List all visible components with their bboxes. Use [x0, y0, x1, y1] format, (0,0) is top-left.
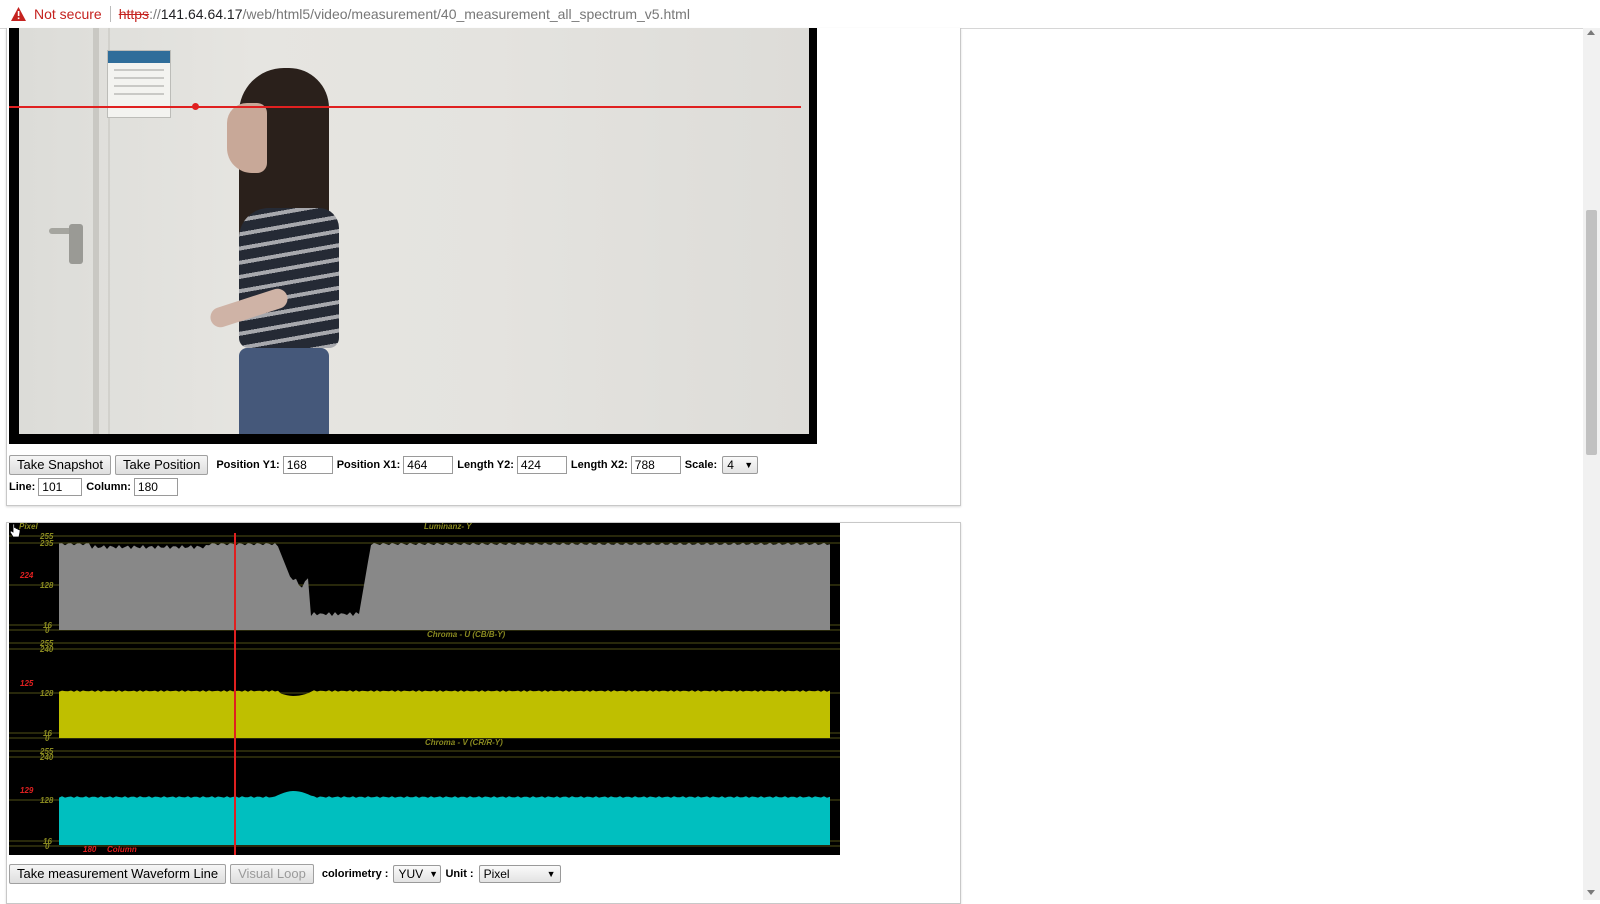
v-axis-0: 0	[45, 842, 50, 851]
scroll-thumb[interactable]	[1586, 210, 1597, 455]
url-text[interactable]: https://141.64.64.17/web/html5/video/mea…	[119, 6, 690, 22]
unit-select[interactable]: Pixel ▼	[478, 865, 561, 883]
length-y2-label: Length Y2:	[457, 458, 514, 471]
door-handle	[69, 224, 83, 264]
scale-select-value: 4	[727, 457, 734, 472]
warning-triangle-icon	[10, 6, 26, 22]
line-label: Line:	[9, 480, 36, 493]
scale-select[interactable]: 4 ▼	[722, 455, 759, 474]
video-player[interactable]	[9, 28, 817, 444]
u-axis-0: 0	[45, 734, 50, 743]
position-y1-label: Position Y1:	[216, 458, 280, 471]
colorimetry-select-value: YUV	[398, 867, 424, 881]
unit-select-value: Pixel	[483, 867, 510, 881]
length-x2-input[interactable]	[630, 455, 681, 474]
v-axis-240: 240	[40, 753, 54, 762]
luma-axis-235: 235	[40, 539, 54, 548]
scroll-down-arrow-icon[interactable]	[1587, 890, 1595, 895]
position-y1-input[interactable]	[282, 455, 333, 474]
address-bar[interactable]: Not secure https://141.64.64.17/web/html…	[0, 0, 1600, 29]
waveform-display[interactable]: Pixel Luminanz- Y Chroma - U (CB/B-Y) Ch…	[9, 523, 840, 855]
position-x1-input[interactable]	[403, 455, 454, 474]
length-x2-label: Length X2:	[570, 458, 628, 471]
measurement-point[interactable]	[192, 103, 199, 110]
measurement-line[interactable]	[9, 106, 801, 108]
luma-current-value: 224	[20, 571, 34, 580]
luma-axis-128: 128	[40, 581, 54, 590]
chroma-u-waveform-area	[59, 690, 830, 738]
page-scrollbar[interactable]	[1583, 28, 1600, 900]
column-label: Column:	[86, 480, 131, 493]
take-waveform-button[interactable]: Take measurement Waveform Line	[9, 864, 227, 884]
luma-axis-0: 0	[45, 626, 50, 635]
visual-loop-button[interactable]: Visual Loop	[230, 864, 314, 884]
chroma-v-title: Chroma - V (CR/R-Y)	[425, 738, 503, 747]
url-separator: ://	[149, 6, 161, 22]
u-axis-240: 240	[40, 645, 54, 654]
u-axis-128: 128	[40, 689, 54, 698]
url-host: 141.64.64.17	[160, 6, 243, 22]
length-y2-input[interactable]	[516, 455, 567, 474]
waveform-panel: Pixel Luminanz- Y Chroma - U (CB/B-Y) Ch…	[6, 522, 961, 904]
take-snapshot-button[interactable]: Take Snapshot	[9, 454, 112, 475]
url-path: /web/html5/video/measurement/40_measurem…	[242, 6, 690, 22]
v-axis-128: 128	[40, 796, 54, 805]
take-position-button[interactable]: Take Position	[115, 454, 209, 475]
chroma-u-title: Chroma - U (CB/B-Y)	[427, 630, 506, 639]
unit-label: Unit :	[445, 868, 474, 880]
not-secure-label[interactable]: Not secure	[34, 6, 102, 22]
scroll-up-arrow-icon[interactable]	[1587, 30, 1595, 35]
hand-cursor-icon	[9, 523, 21, 538]
waveform-graph	[9, 533, 840, 855]
address-divider	[109, 6, 111, 22]
scale-label: Scale:	[684, 458, 718, 471]
colorimetry-label: colorimetry :	[321, 868, 389, 880]
url-protocol: https	[118, 6, 150, 22]
luma-title: Luminanz- Y	[424, 523, 472, 531]
column-axis-label: Column	[107, 845, 137, 854]
waveform-unit-label: Pixel	[19, 523, 38, 531]
walking-person	[199, 68, 399, 434]
chevron-down-icon: ▼	[744, 459, 754, 470]
video-controls: Take Snapshot Take Position Position Y1:…	[9, 454, 759, 497]
video-panel: Take Snapshot Take Position Position Y1:…	[6, 28, 961, 506]
chevron-down-icon: ▼	[429, 869, 439, 879]
colorimetry-select[interactable]: YUV ▼	[393, 865, 442, 883]
position-x1-label: Position X1:	[336, 458, 401, 471]
luma-waveform-area	[59, 542, 830, 630]
column-input[interactable]	[133, 477, 178, 496]
u-current-value: 125	[20, 679, 34, 688]
chevron-down-icon: ▼	[546, 869, 556, 879]
waveform-controls: Take measurement Waveform Line Visual Lo…	[9, 864, 561, 884]
v-current-value: 129	[20, 786, 34, 795]
line-input[interactable]	[38, 477, 83, 496]
door-edge	[93, 28, 99, 434]
chroma-v-waveform-area	[59, 791, 830, 845]
video-frame	[19, 28, 809, 434]
column-value-readout: 180	[83, 845, 97, 854]
